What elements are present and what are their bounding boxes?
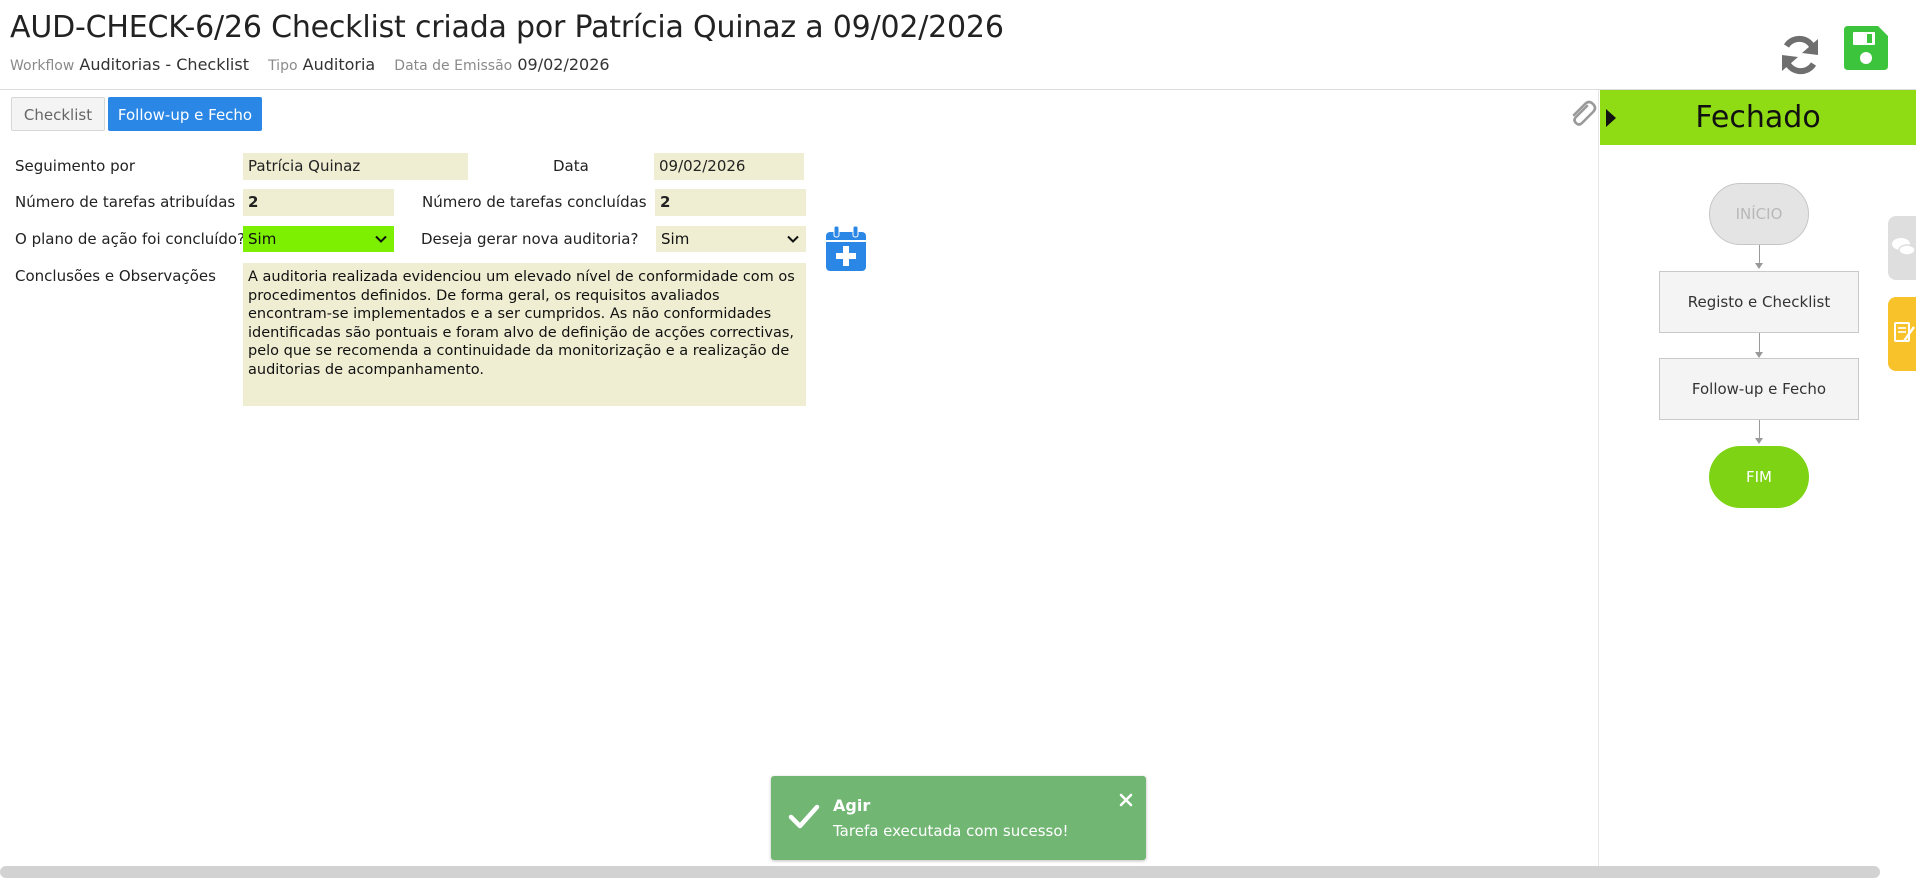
check-icon [788, 800, 820, 832]
close-icon [1119, 793, 1133, 807]
tarefas-concluidas-field[interactable]: 2 [655, 189, 806, 216]
save-button[interactable] [1840, 24, 1890, 74]
horizontal-scrollbar[interactable] [0, 866, 1880, 878]
flow-node-follow-up-fecho[interactable]: Follow-up e Fecho [1659, 358, 1859, 420]
chevron-down-icon [375, 235, 387, 243]
header-meta: Workflow Auditorias - Checklist Tipo Aud… [10, 55, 624, 74]
page-title: AUD-CHECK-6/26 Checklist criada por Patr… [10, 10, 1004, 45]
flow-node-registo-checklist[interactable]: Registo e Checklist [1659, 271, 1859, 333]
refresh-icon [1782, 35, 1818, 75]
workflow-value: Auditorias - Checklist [79, 55, 249, 74]
workflow-label: Workflow [10, 58, 75, 74]
tipo-label: Tipo [268, 58, 298, 74]
paperclip-icon [1572, 100, 1597, 126]
success-toast [771, 776, 1146, 860]
tarefas-concluidas-label: Número de tarefas concluídas [422, 193, 647, 211]
toast-message: Tarefa executada com sucesso! [833, 822, 1069, 840]
emissao-label: Data de Emissão [394, 58, 513, 74]
conclusoes-textarea[interactable]: A auditoria realizada evidenciou um elev… [243, 263, 806, 406]
add-calendar-button[interactable] [825, 225, 867, 272]
flow-connector [1759, 245, 1760, 264]
plano-concluido-value: Sim [248, 230, 277, 248]
flow-node-start: INÍCIO [1709, 183, 1809, 245]
flow-connector [1759, 420, 1760, 439]
toast-title: Agir [833, 796, 871, 815]
tab-checklist[interactable]: Checklist [11, 97, 105, 131]
flow-arrow [1755, 263, 1763, 269]
status-toggle-arrow[interactable] [1606, 109, 1616, 127]
nova-auditoria-value: Sim [661, 230, 690, 248]
refresh-button[interactable] [1776, 31, 1824, 79]
tipo-value: Auditoria [302, 55, 376, 74]
data-label: Data [553, 157, 589, 175]
nova-auditoria-label: Deseja gerar nova auditoria? [421, 230, 639, 248]
status-label: Fechado [1695, 100, 1821, 135]
plano-concluido-label: O plano de ação foi concluído? [15, 230, 246, 248]
panel-divider [1598, 90, 1599, 878]
conclusoes-label: Conclusões e Observações [15, 267, 216, 285]
tarefas-atribuidas-field[interactable]: 2 [243, 189, 394, 216]
emissao-value: 09/02/2026 [517, 55, 610, 74]
nova-auditoria-select[interactable]: Sim [656, 226, 806, 252]
seguimento-field[interactable]: Patrícia Quinaz [243, 153, 468, 180]
notes-icon [1894, 322, 1915, 342]
flow-connector [1759, 333, 1760, 353]
save-icon [1844, 26, 1888, 70]
tarefas-atribuidas-label: Número de tarefas atribuídas [15, 193, 236, 211]
notes-side-tab[interactable] [1888, 297, 1916, 371]
plano-concluido-select[interactable]: Sim [243, 226, 394, 252]
tab-follow-up-e-fecho[interactable]: Follow-up e Fecho [108, 97, 262, 131]
chat-icon [1892, 238, 1916, 256]
flow-arrow [1755, 438, 1763, 444]
seguimento-label: Seguimento por [15, 157, 135, 175]
attachments-button[interactable] [1566, 98, 1598, 130]
data-field[interactable]: 09/02/2026 [654, 153, 804, 180]
chat-side-tab[interactable] [1888, 216, 1916, 280]
chevron-down-icon [787, 235, 799, 243]
calendar-plus-icon [826, 225, 866, 271]
flow-node-end: FIM [1709, 446, 1809, 508]
toast-close-button[interactable] [1117, 791, 1135, 809]
